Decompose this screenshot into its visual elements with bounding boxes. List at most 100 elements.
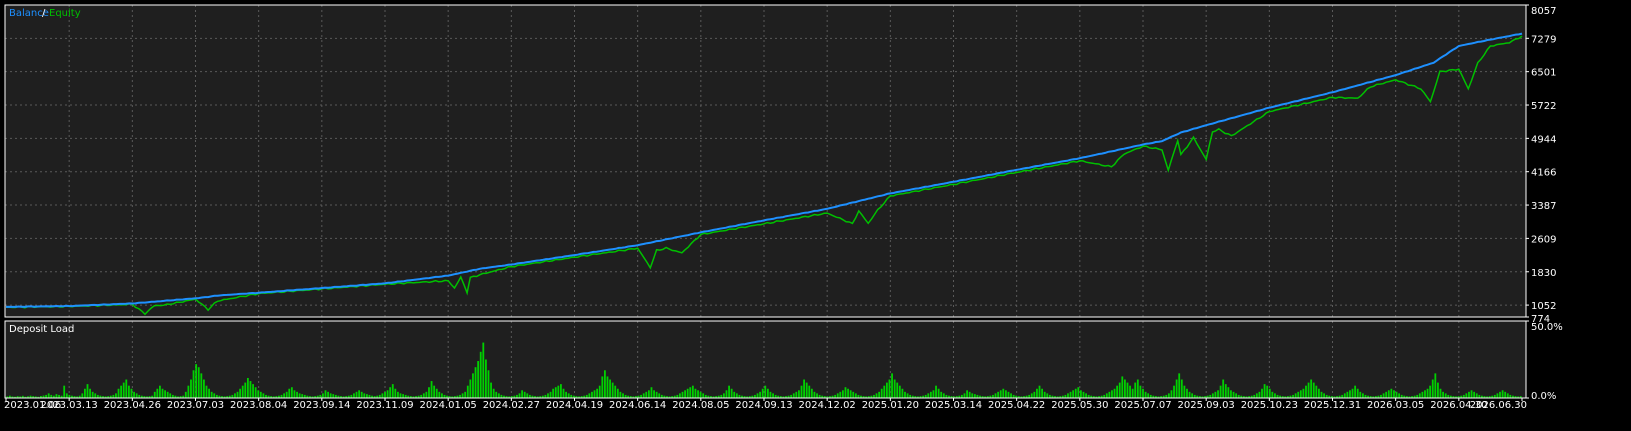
deposit-load-bar xyxy=(1111,390,1113,398)
deposit-load-bar xyxy=(1465,393,1468,398)
deposit-load-bar xyxy=(622,393,624,398)
deposit-load-bar xyxy=(518,393,521,398)
deposit-load-bar xyxy=(1351,388,1354,398)
deposit-load-bar xyxy=(422,393,425,398)
x-tick-label: 2024.12.02 xyxy=(799,400,856,411)
deposit-load-bar xyxy=(474,367,477,398)
y-tick-label: 0.0% xyxy=(1531,391,1556,402)
deposit-load-bar xyxy=(893,379,896,398)
deposit-load-bar xyxy=(611,382,614,398)
x-tick-label: 2025.05.30 xyxy=(1051,400,1108,411)
deposit-load-bar xyxy=(1069,391,1072,398)
deposit-load-bar xyxy=(792,393,795,398)
deposit-load-bar xyxy=(805,382,808,398)
deposit-load-bar xyxy=(849,390,852,398)
deposit-load-bar xyxy=(203,379,205,398)
deposit-load-bar xyxy=(1043,391,1046,398)
deposit-load-bar xyxy=(927,393,930,398)
deposit-load-bar xyxy=(1320,391,1323,398)
deposit-load-bar xyxy=(1499,391,1501,398)
balance-equity-panel: Balance / Equity 8057 7279 6501 5722 4944 416… xyxy=(4,4,1556,325)
deposit-load-bar xyxy=(963,393,966,398)
x-tick-label: 2025.07.07 xyxy=(1114,400,1171,411)
deposit-load-bar xyxy=(795,391,798,398)
x-tick-label: 2025.12.31 xyxy=(1304,400,1361,411)
y-tick-label: 50.0% xyxy=(1531,322,1563,333)
deposit-load-bar xyxy=(1318,388,1320,398)
deposit-load-bar xyxy=(91,391,94,398)
deposit-load-bar xyxy=(1294,393,1297,398)
x-tick-label: 2026.03.05 xyxy=(1367,400,1424,411)
x-tick-label: 2023.09.14 xyxy=(293,400,350,411)
deposit-load-bar xyxy=(1385,391,1388,398)
deposit-load-bar xyxy=(1036,388,1038,398)
deposit-load-bar xyxy=(854,393,857,398)
deposit-load-bar xyxy=(246,377,249,398)
deposit-load-bar xyxy=(839,391,842,398)
deposit-load-bar xyxy=(438,391,441,398)
deposit-load-bar xyxy=(655,391,658,398)
deposit-load-bar xyxy=(381,393,384,398)
deposit-load-bar xyxy=(394,388,397,398)
deposit-load-bar xyxy=(1307,382,1310,398)
deposit-load-bar xyxy=(1175,379,1178,398)
y-tick-label: 1830 xyxy=(1531,268,1556,279)
deposit-load-bar xyxy=(1434,373,1437,398)
deposit-load-bar xyxy=(1085,393,1087,398)
deposit-load-bar xyxy=(766,388,769,398)
y-tick-label: 3387 xyxy=(1531,201,1556,212)
deposit-load-bar xyxy=(117,388,120,398)
deposit-load-bar xyxy=(192,370,195,398)
deposit-load-bar xyxy=(904,391,906,398)
deposit-load-bar xyxy=(1232,391,1235,398)
deposit-load-bar xyxy=(606,376,609,398)
deposit-load-bar xyxy=(164,390,167,398)
deposit-load-bar xyxy=(1191,393,1194,398)
y-tick-label: 8057 xyxy=(1531,6,1556,17)
deposit-load-bar xyxy=(472,373,474,398)
deposit-load-bar xyxy=(1431,379,1434,398)
deposit-load-bar xyxy=(619,391,622,398)
deposit-load-bar xyxy=(487,370,490,398)
x-tick-label: 2023.07.03 xyxy=(167,400,224,411)
deposit-load-bar xyxy=(213,393,216,398)
deposit-load-title: Deposit Load xyxy=(9,324,74,335)
deposit-load-bar xyxy=(402,394,405,398)
deposit-load-bar xyxy=(205,385,208,398)
deposit-load-bar xyxy=(156,388,159,398)
deposit-load-bar xyxy=(842,390,844,398)
tester-graph: Balance / Equity 8057 7279 6501 5722 4944 416… xyxy=(0,0,1631,427)
deposit-load-bar xyxy=(1382,393,1385,398)
deposit-load-bar xyxy=(244,382,247,398)
deposit-load-bar xyxy=(1354,385,1357,398)
deposit-load-bar xyxy=(935,385,937,398)
deposit-load-bar xyxy=(391,384,394,398)
upper-plot-area xyxy=(5,5,1526,317)
deposit-load-bar xyxy=(697,390,699,398)
deposit-load-bar xyxy=(399,393,402,398)
deposit-load-bar xyxy=(1147,393,1150,398)
deposit-load-bar xyxy=(262,393,265,398)
deposit-load-bar xyxy=(1359,391,1362,398)
y-tick-label: 4944 xyxy=(1531,134,1556,145)
deposit-load-bar xyxy=(1010,393,1012,398)
deposit-load-bar xyxy=(1116,385,1119,398)
deposit-load-bar xyxy=(257,390,260,398)
deposit-load-bar xyxy=(1470,390,1473,398)
deposit-load-bar xyxy=(477,361,480,398)
deposit-load-bar xyxy=(89,388,91,398)
deposit-load-bar xyxy=(997,391,1000,398)
deposit-load-bar xyxy=(560,384,562,398)
deposit-load-bar xyxy=(1002,388,1005,398)
deposit-load-bar xyxy=(679,393,681,398)
deposit-load-bar xyxy=(166,391,169,398)
deposit-load-bar xyxy=(389,387,392,398)
deposit-load-bar xyxy=(1139,385,1142,398)
deposit-load-bar xyxy=(81,393,84,398)
deposit-load-bar xyxy=(1219,385,1222,398)
deposit-load-bar xyxy=(647,390,650,398)
deposit-load-bar xyxy=(1261,388,1263,398)
deposit-load-bar xyxy=(1424,390,1426,398)
deposit-load-bar xyxy=(55,394,58,398)
deposit-load-bar xyxy=(1418,393,1421,398)
